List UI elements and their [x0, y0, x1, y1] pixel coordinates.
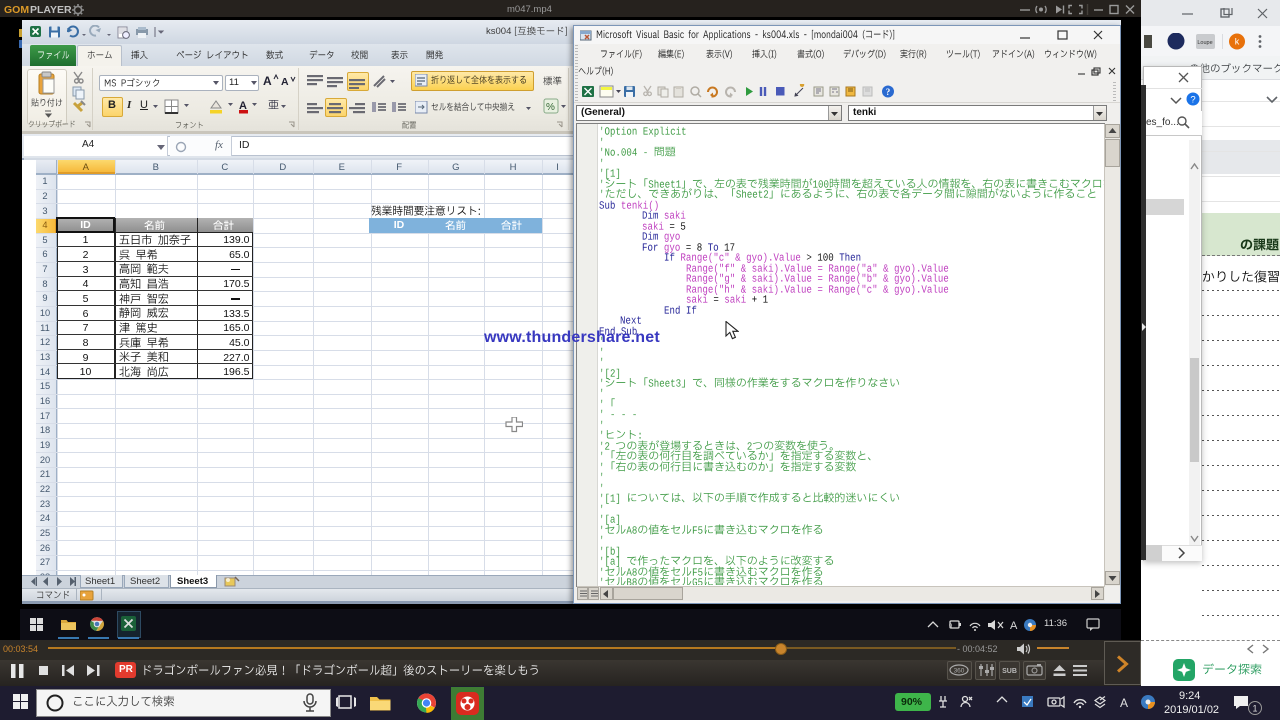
svg-text:k: k — [1235, 37, 1240, 47]
svg-text:A: A — [1120, 696, 1128, 710]
svg-text:Loupe: Loupe — [1197, 40, 1212, 46]
svg-text:?: ? — [1190, 95, 1195, 106]
svg-text:A: A — [1010, 620, 1018, 632]
svg-text:1: 1 — [1252, 704, 1257, 714]
svg-text:9: 9 — [949, 624, 953, 630]
svg-text:SUB: SUB — [1002, 668, 1017, 675]
svg-text:360: 360 — [954, 668, 965, 675]
